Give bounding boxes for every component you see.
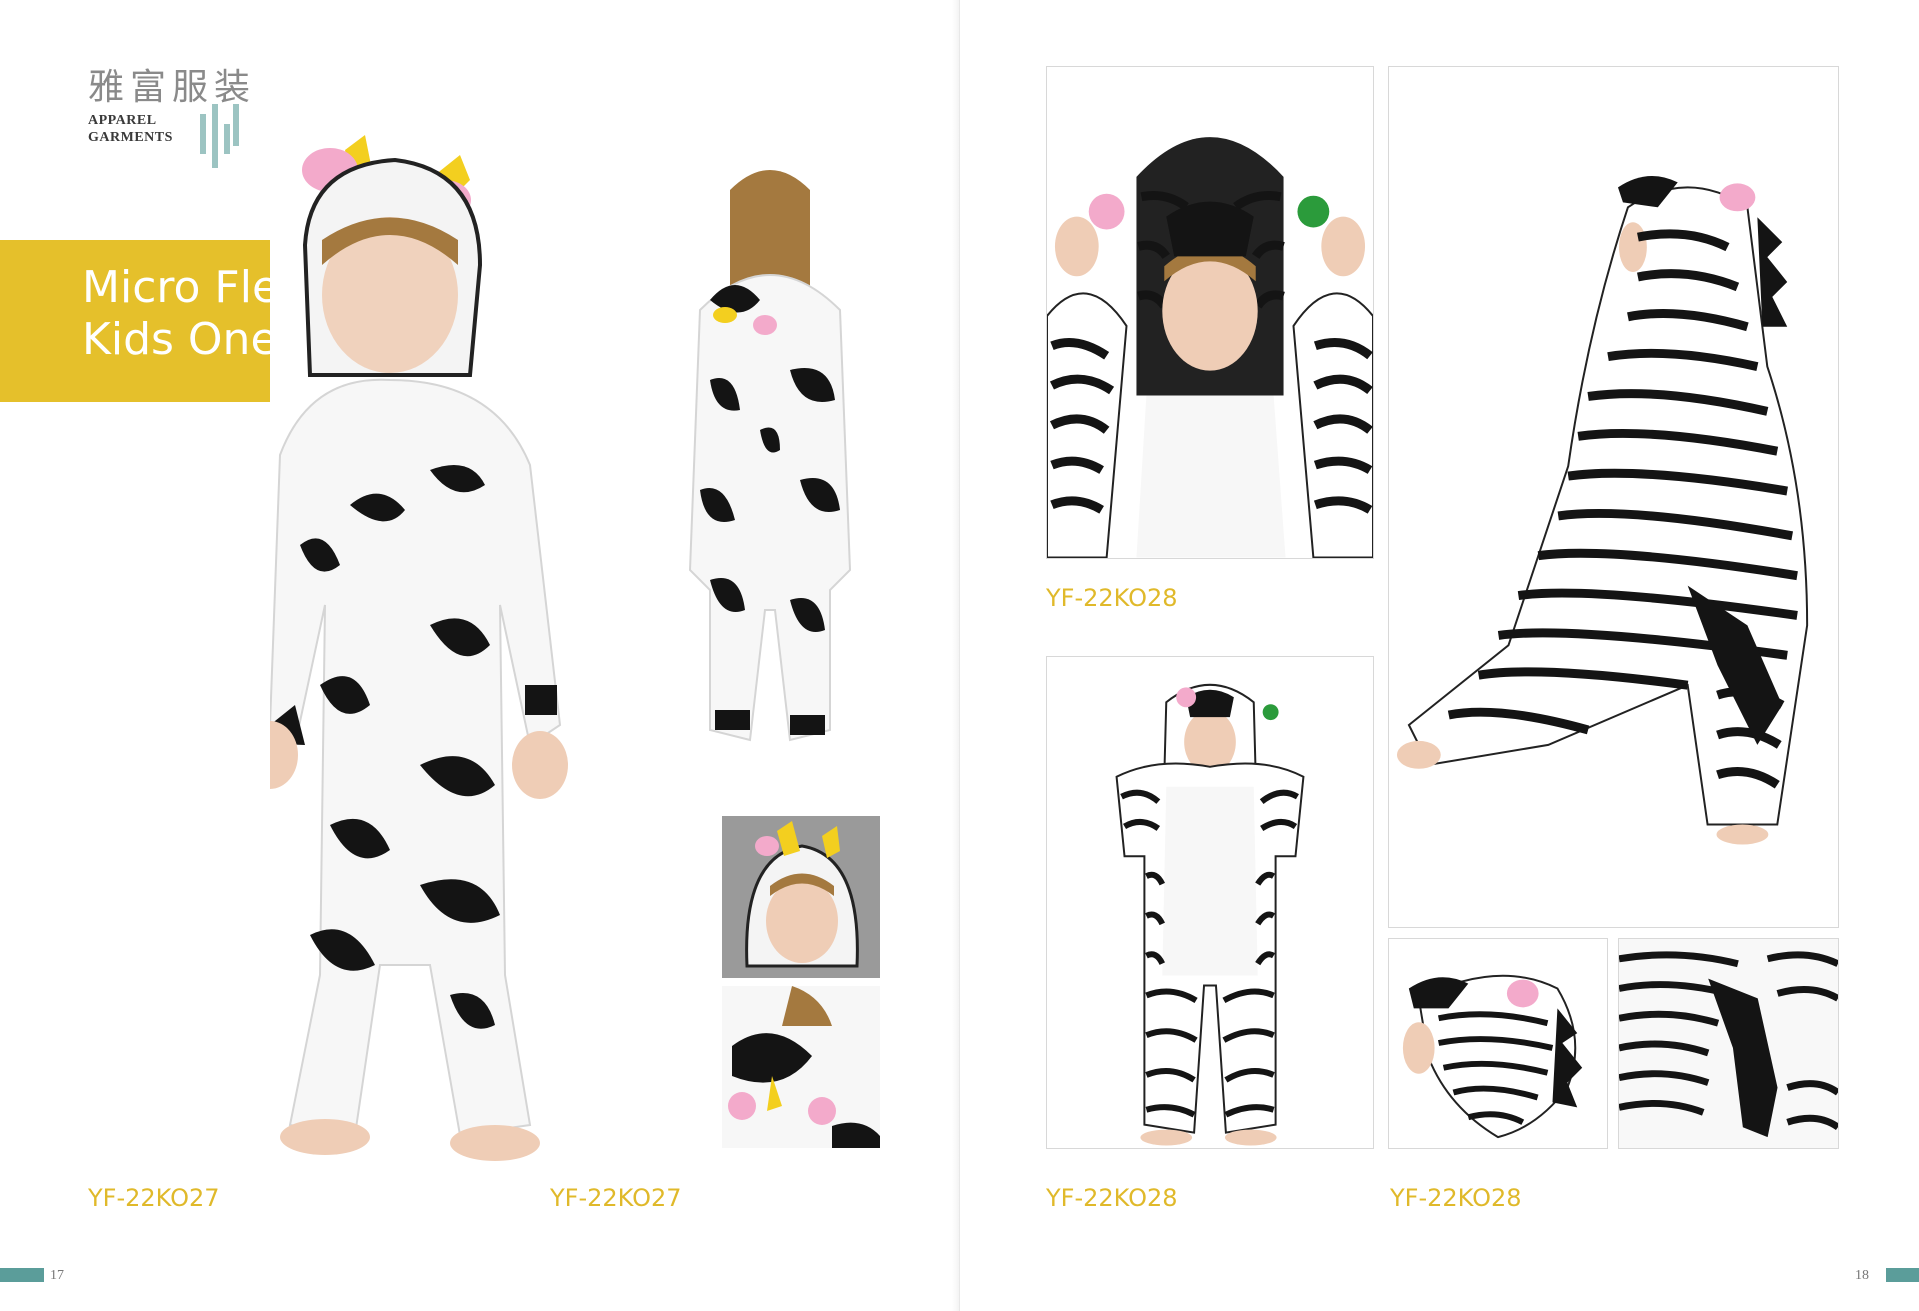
zebra-hood-detail-photo: [1388, 938, 1608, 1149]
page-number-bar: [0, 1268, 44, 1282]
left-page: 雅富服装 APPAREL GARMENTS Micro Fleece Kids …: [0, 0, 959, 1311]
cow-hood-detail-photo: [722, 816, 880, 978]
brand-name-cn: 雅富服装: [88, 67, 257, 108]
zebra-onesie-side-photo: [1388, 66, 1839, 928]
product-code-right-2: YF-22KO28: [1046, 1184, 1178, 1212]
cow-onesie-back-photo: [680, 150, 860, 770]
cow-hood-back-detail-photo: [722, 986, 880, 1148]
page-number-bar: [1886, 1268, 1919, 1282]
page-number: 18: [1855, 1268, 1869, 1283]
product-code-left-2: YF-22KO27: [550, 1184, 682, 1212]
zebra-hood-front-photo: [1046, 66, 1374, 559]
zebra-tail-detail-photo: [1618, 938, 1839, 1149]
product-code-left-1: YF-22KO27: [88, 1184, 220, 1212]
zebra-onesie-front-photo: [1046, 656, 1374, 1149]
brand-name-en: APPAREL GARMENTS: [88, 113, 173, 145]
cow-onesie-front-photo: [270, 125, 720, 1165]
right-page: YF-22KO28 YF-22KO28 YF-22KO28 18: [960, 0, 1919, 1311]
product-code-right-1: YF-22KO28: [1046, 584, 1178, 612]
page-number: 17: [50, 1268, 64, 1283]
brand-logo-icon: [200, 104, 240, 168]
product-code-right-3: YF-22KO28: [1390, 1184, 1522, 1212]
